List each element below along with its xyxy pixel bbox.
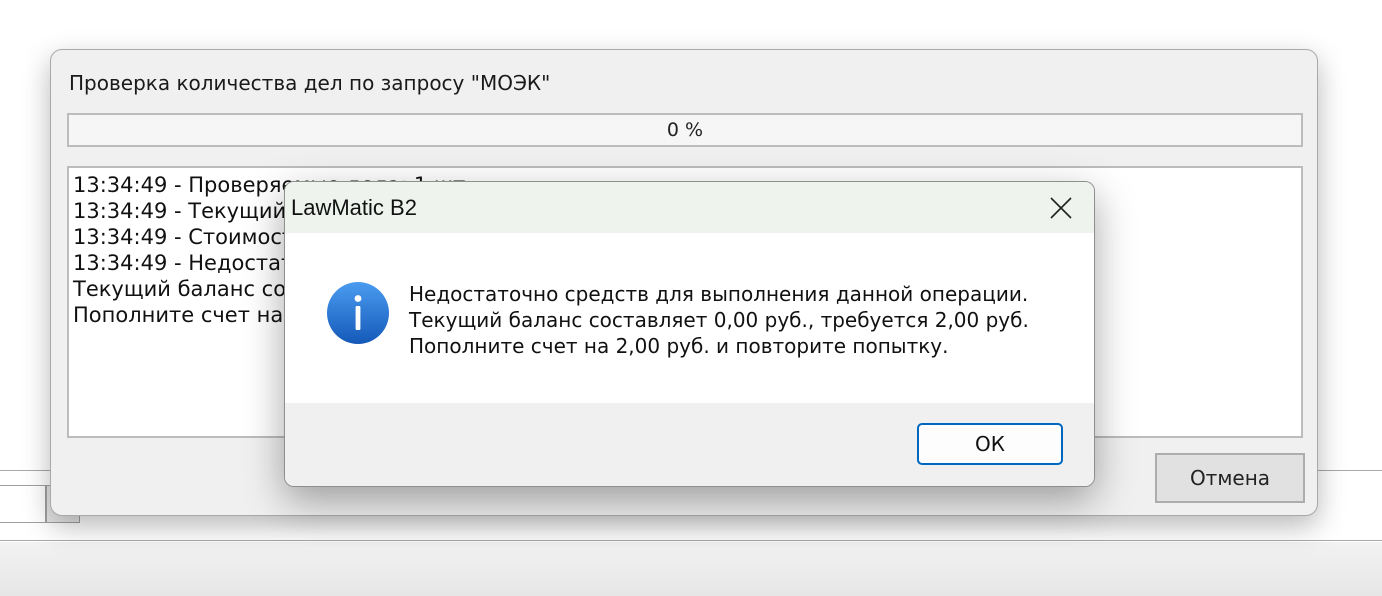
close-button[interactable] bbox=[1042, 190, 1080, 226]
message-box-footer: ОК bbox=[285, 403, 1094, 486]
ok-button[interactable]: ОК bbox=[917, 423, 1063, 465]
message-box-titlebar[interactable]: LawMatic B2 bbox=[285, 182, 1094, 233]
message-line: Пополните счет на 2,00 руб. и повторите … bbox=[409, 334, 949, 358]
message-box-body: Недостаточно средств для выполнения данн… bbox=[285, 233, 1094, 403]
background-panel bbox=[0, 542, 1382, 596]
cancel-button[interactable]: Отмена bbox=[1155, 453, 1305, 503]
progress-bar: 0 % bbox=[67, 113, 1303, 147]
message-box-text: Недостаточно средств для выполнения данн… bbox=[409, 281, 1029, 359]
message-box-dialog: LawMatic B2 Недостаточно средств для вып… bbox=[284, 181, 1095, 487]
progress-percent-label: 0 % bbox=[666, 119, 704, 141]
close-icon bbox=[1050, 197, 1072, 219]
message-line: Текущий баланс составляет 0,00 руб., тре… bbox=[409, 308, 1029, 332]
message-box-title: LawMatic B2 bbox=[291, 195, 417, 220]
info-icon bbox=[327, 282, 389, 344]
message-line: Недостаточно средств для выполнения данн… bbox=[409, 282, 1029, 306]
background-divider-bottom bbox=[0, 540, 1382, 541]
background-input[interactable] bbox=[0, 485, 46, 523]
progress-window-title: Проверка количества дел по запросу "МОЭК… bbox=[69, 71, 551, 95]
